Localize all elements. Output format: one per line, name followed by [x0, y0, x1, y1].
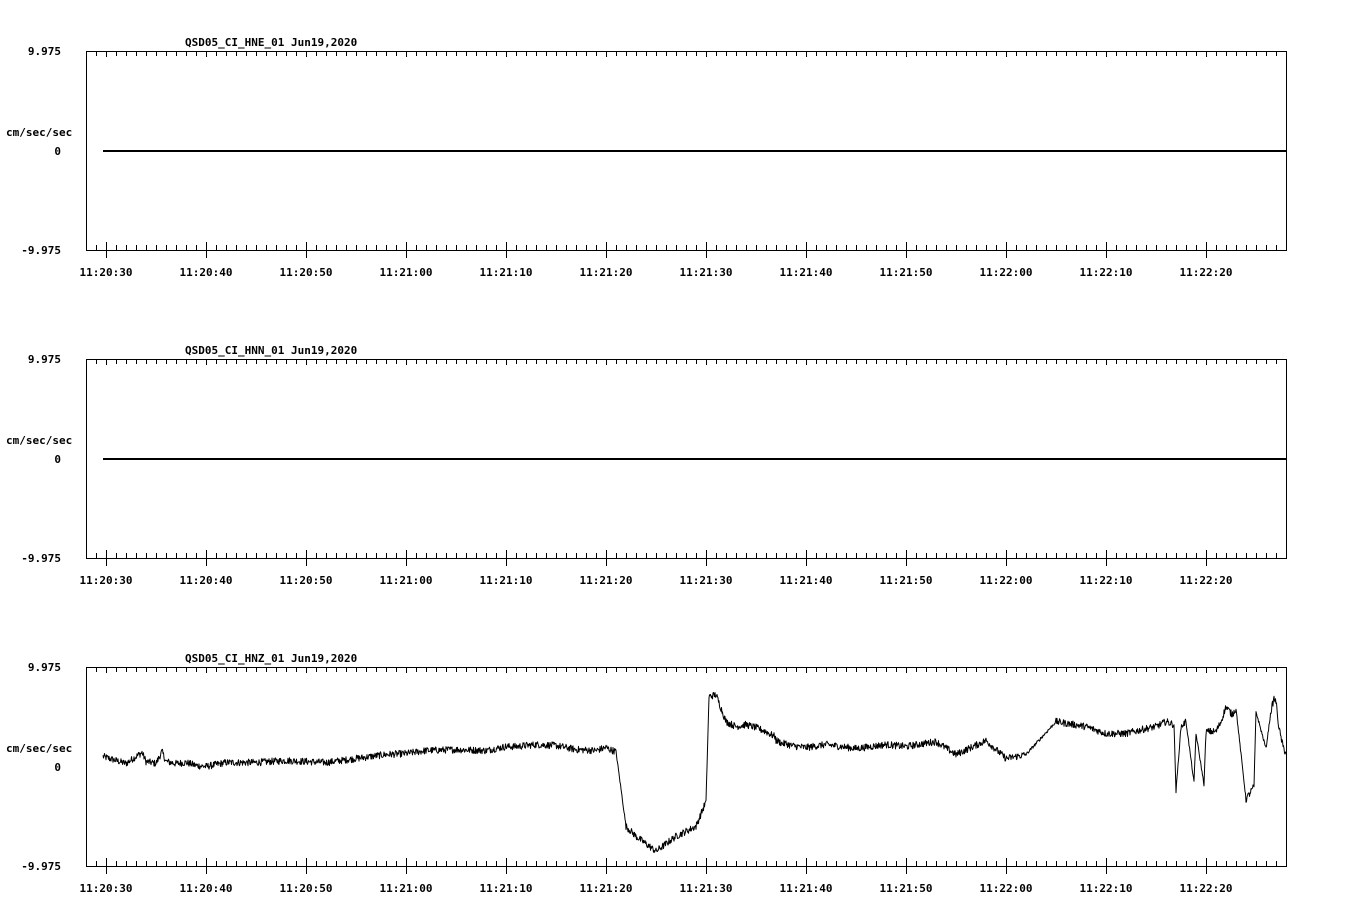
x-tick-label: 11:21:10 [480, 266, 533, 279]
panel-3: QSD05_CI_HNZ_01 Jun19,2020 9.975 0 -9.975 cm… [6, 652, 1287, 895]
x-ticks [86, 51, 1287, 258]
x-tick-label: 11:22:00 [980, 882, 1033, 895]
y-tick-label-zero: 0 [54, 145, 61, 158]
y-axis-label: cm/sec/sec [6, 434, 72, 447]
panel-title: QSD05_CI_HNN_01 Jun19,2020 [185, 344, 357, 357]
y-tick-label-top: 9.975 [28, 661, 61, 674]
y-tick-label-bottom: -9.975 [21, 860, 61, 873]
x-tick-label: 11:22:20 [1180, 882, 1233, 895]
x-tick-label: 11:21:50 [880, 266, 933, 279]
y-tick-label-top: 9.975 [28, 353, 61, 366]
x-tick-label: 11:21:30 [680, 882, 733, 895]
y-tick-label-zero: 0 [54, 453, 61, 466]
x-tick-label: 11:20:30 [80, 882, 133, 895]
y-tick-label-bottom: -9.975 [21, 552, 61, 565]
x-tick-label: 11:22:20 [1180, 266, 1233, 279]
x-tick-label: 11:21:40 [780, 266, 833, 279]
y-axis-label: cm/sec/sec [6, 126, 72, 139]
x-tick-label: 11:20:40 [180, 574, 233, 587]
y-axis-label: cm/sec/sec [6, 742, 72, 755]
panel-2: QSD05_CI_HNN_01 Jun19,2020 9.975 0 -9.975 cm… [6, 344, 1287, 587]
x-tick-label: 11:21:20 [580, 882, 633, 895]
x-tick-label: 11:21:40 [780, 574, 833, 587]
x-tick-label: 11:22:00 [980, 574, 1033, 587]
x-tick-label: 11:21:00 [380, 882, 433, 895]
x-tick-label: 11:21:30 [680, 574, 733, 587]
x-tick-label: 11:21:50 [880, 882, 933, 895]
panel-1: QSD05_CI_HNE_01 Jun19,2020 9.975 0 -9.975 cm… [6, 36, 1287, 279]
x-tick-label: 11:20:40 [180, 882, 233, 895]
x-tick-label: 11:21:10 [480, 574, 533, 587]
y-tick-label-top: 9.975 [28, 45, 61, 58]
x-tick-label: 11:21:30 [680, 266, 733, 279]
x-tick-label: 11:22:10 [1080, 574, 1133, 587]
plot-frame [86, 667, 1287, 867]
x-tick-label: 11:21:20 [580, 574, 633, 587]
x-tick-label: 11:20:50 [280, 882, 333, 895]
x-tick-label: 11:20:50 [280, 574, 333, 587]
x-tick-label: 11:21:10 [480, 882, 533, 895]
panel-title: QSD05_CI_HNE_01 Jun19,2020 [185, 36, 357, 49]
seismogram-figure: QSD05_CI_HNE_01 Jun19,2020 9.975 0 -9.975 cm… [6, 36, 1287, 895]
x-tick-label: 11:22:00 [980, 266, 1033, 279]
y-tick-label-zero: 0 [54, 761, 61, 774]
x-tick-label: 11:20:50 [280, 266, 333, 279]
x-tick-label: 11:21:40 [780, 882, 833, 895]
x-tick-label: 11:22:20 [1180, 574, 1233, 587]
x-tick-label: 11:22:10 [1080, 266, 1133, 279]
x-tick-label: 11:21:00 [380, 574, 433, 587]
x-tick-label: 11:20:30 [80, 266, 133, 279]
x-ticks [86, 359, 1287, 566]
y-tick-label-bottom: -9.975 [21, 244, 61, 257]
x-tick-label: 11:22:10 [1080, 882, 1133, 895]
trace-line [102, 692, 1287, 853]
x-tick-label: 11:20:30 [80, 574, 133, 587]
panel-title: QSD05_CI_HNZ_01 Jun19,2020 [185, 652, 357, 665]
x-tick-label: 11:21:50 [880, 574, 933, 587]
x-tick-label: 11:20:40 [180, 266, 233, 279]
x-tick-label: 11:21:20 [580, 266, 633, 279]
x-ticks [86, 667, 1287, 874]
x-tick-label: 11:21:00 [380, 266, 433, 279]
